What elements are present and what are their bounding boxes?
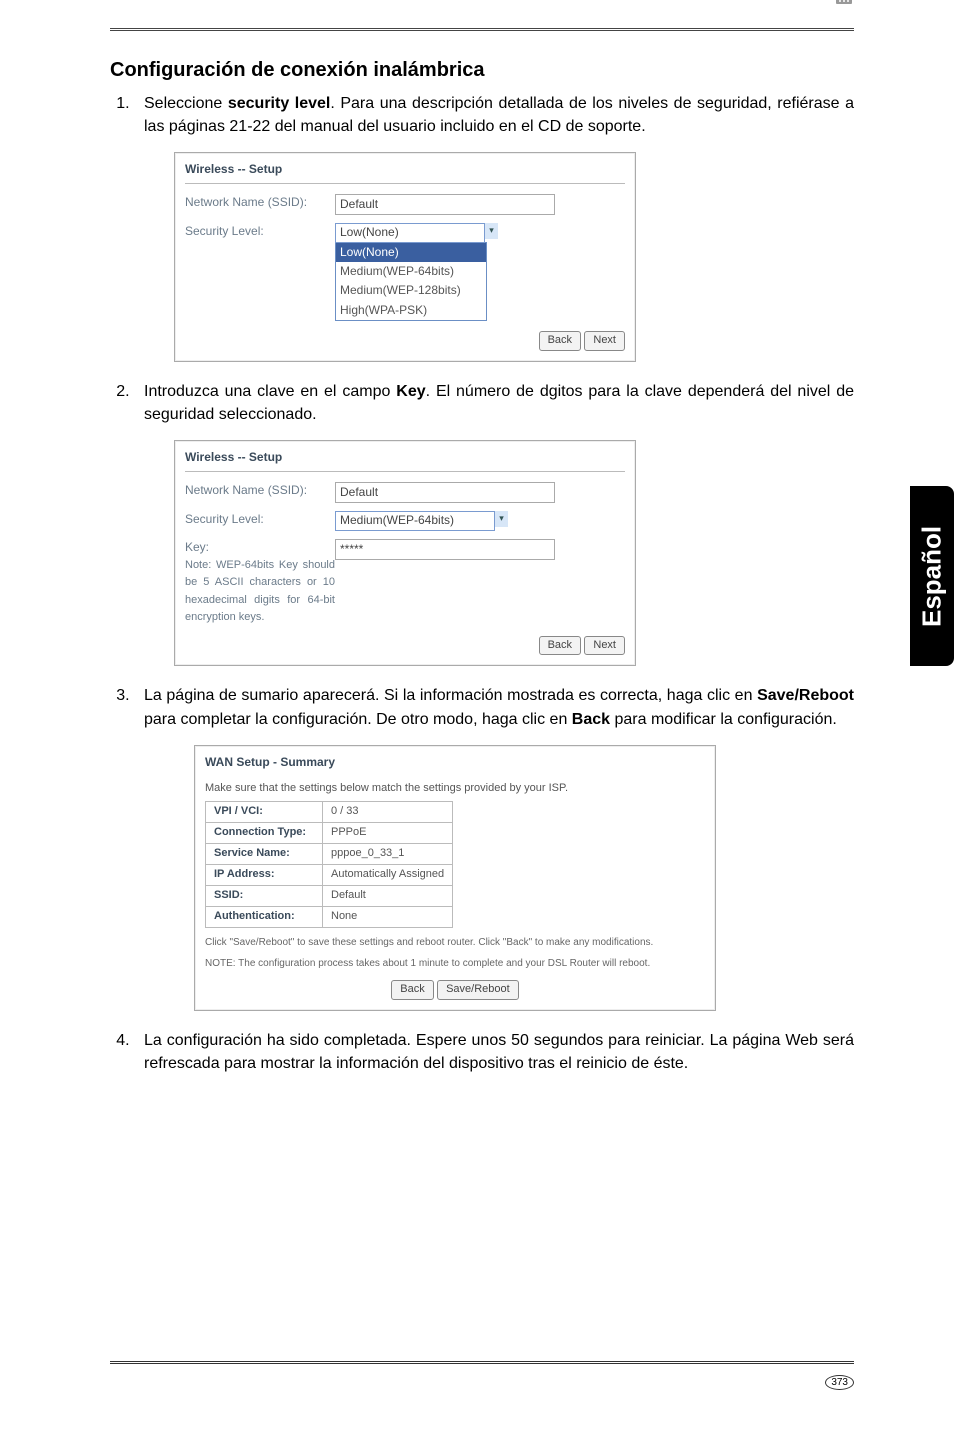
sc1-ssid-label: Network Name (SSID): bbox=[185, 194, 335, 211]
sc2-back-button[interactable]: Back bbox=[539, 636, 581, 656]
dropdown-arrow-icon[interactable]: ▾ bbox=[484, 223, 498, 239]
step2-pre: Introduzca una clave en el campo bbox=[144, 383, 396, 400]
step-3: La página de sumario aparecerá. Si la in… bbox=[134, 684, 854, 1010]
screenshot-wireless-setup-1: Wireless -- Setup Network Name (SSID): D… bbox=[174, 152, 636, 362]
footer-divider bbox=[110, 1361, 854, 1364]
step1-pre: Seleccione bbox=[144, 95, 228, 112]
step1-bold: security level bbox=[228, 95, 331, 112]
step4-text: La configuración ha sido completada. Esp… bbox=[144, 1032, 854, 1072]
table-row: Authentication:None bbox=[206, 906, 453, 927]
sc3-r5-v: None bbox=[323, 906, 453, 927]
dropdown-item-wep64[interactable]: Medium(WEP-64bits) bbox=[336, 262, 486, 281]
screenshot-wireless-setup-2: Wireless -- Setup Network Name (SSID): D… bbox=[174, 440, 636, 666]
sc2-key-note: Note: WEP-64bits Key should be 5 ASCII c… bbox=[185, 559, 335, 623]
table-row: VPI / VCI:0 / 33 bbox=[206, 802, 453, 823]
sc1-next-button[interactable]: Next bbox=[584, 331, 625, 351]
dropdown-item-low[interactable]: Low(None) bbox=[336, 243, 486, 262]
dropdown-item-wpa[interactable]: High(WPA-PSK) bbox=[336, 301, 486, 320]
step3-mid: para completar la configuración. De otro… bbox=[144, 711, 572, 728]
sc2-ssid-label: Network Name (SSID): bbox=[185, 482, 335, 499]
table-row: IP Address:Automatically Assigned bbox=[206, 865, 453, 886]
sc1-title: Wireless -- Setup bbox=[185, 161, 625, 183]
sc3-r4-k: SSID: bbox=[206, 885, 323, 906]
sc1-ssid-input[interactable]: Default bbox=[335, 194, 555, 215]
section-heading: Configuración de conexión inalámbrica bbox=[110, 59, 854, 82]
screenshot-wan-summary: WAN Setup - Summary Make sure that the s… bbox=[194, 745, 716, 1011]
language-tab: Español bbox=[910, 486, 954, 666]
step2-bold: Key bbox=[396, 383, 425, 400]
sc2-sec-select[interactable]: Medium(WEP-64bits) bbox=[335, 511, 495, 530]
sc3-r3-v: Automatically Assigned bbox=[323, 865, 453, 886]
table-row: Connection Type:PPPoE bbox=[206, 823, 453, 844]
page-number: 373 bbox=[825, 1375, 854, 1390]
step3-bold2: Back bbox=[572, 711, 610, 728]
sc3-intro: Make sure that the settings below match … bbox=[205, 781, 705, 797]
step-4: La configuración ha sido completada. Esp… bbox=[134, 1029, 854, 1075]
sc3-r4-v: Default bbox=[323, 885, 453, 906]
sc3-summary-table: VPI / VCI:0 / 33 Connection Type:PPPoE S… bbox=[205, 801, 453, 928]
sc3-back-button[interactable]: Back bbox=[391, 980, 433, 1000]
sc1-dropdown[interactable]: Low(None) Medium(WEP-64bits) Medium(WEP-… bbox=[335, 242, 487, 322]
step3-pre: La página de sumario aparecerá. Si la in… bbox=[144, 687, 757, 704]
sc3-r0-k: VPI / VCI: bbox=[206, 802, 323, 823]
dropdown-item-wep128[interactable]: Medium(WEP-128bits) bbox=[336, 281, 486, 300]
sc3-r3-k: IP Address: bbox=[206, 865, 323, 886]
sc3-r5-k: Authentication: bbox=[206, 906, 323, 927]
step3-post: para modificar la configuración. bbox=[610, 711, 837, 728]
table-row: Service Name:pppoe_0_33_1 bbox=[206, 844, 453, 865]
sc3-r2-v: pppoe_0_33_1 bbox=[323, 844, 453, 865]
sc2-key-label: Key: bbox=[185, 540, 209, 554]
sc3-save-reboot-button[interactable]: Save/Reboot bbox=[437, 980, 519, 1000]
sc3-r1-v: PPPoE bbox=[323, 823, 453, 844]
sc3-title: WAN Setup - Summary bbox=[205, 754, 705, 775]
sc3-note1: Click "Save/Reboot" to save these settin… bbox=[205, 936, 705, 949]
sc1-sec-select[interactable]: Low(None) bbox=[335, 223, 485, 242]
sc3-note2: NOTE: The configuration process takes ab… bbox=[205, 957, 705, 970]
sc2-key-input[interactable]: ***** bbox=[335, 539, 555, 560]
sc3-r2-k: Service Name: bbox=[206, 844, 323, 865]
step-2: Introduzca una clave en el campo Key. El… bbox=[134, 380, 854, 666]
sc1-back-button[interactable]: Back bbox=[539, 331, 581, 351]
sc3-r1-k: Connection Type: bbox=[206, 823, 323, 844]
sc2-sec-label: Security Level: bbox=[185, 511, 335, 528]
sc2-title: Wireless -- Setup bbox=[185, 449, 625, 471]
step-1: Seleccione security level. Para una desc… bbox=[134, 92, 854, 362]
dropdown-arrow-icon[interactable]: ▾ bbox=[494, 511, 508, 527]
sc2-ssid-input[interactable]: Default bbox=[335, 482, 555, 503]
sc1-sec-label: Security Level: bbox=[185, 223, 335, 240]
table-row: SSID:Default bbox=[206, 885, 453, 906]
header-divider bbox=[110, 28, 854, 31]
router-icon bbox=[834, 0, 854, 8]
sc2-next-button[interactable]: Next bbox=[584, 636, 625, 656]
step3-bold1: Save/Reboot bbox=[757, 687, 854, 704]
sc3-r0-v: 0 / 33 bbox=[323, 802, 453, 823]
